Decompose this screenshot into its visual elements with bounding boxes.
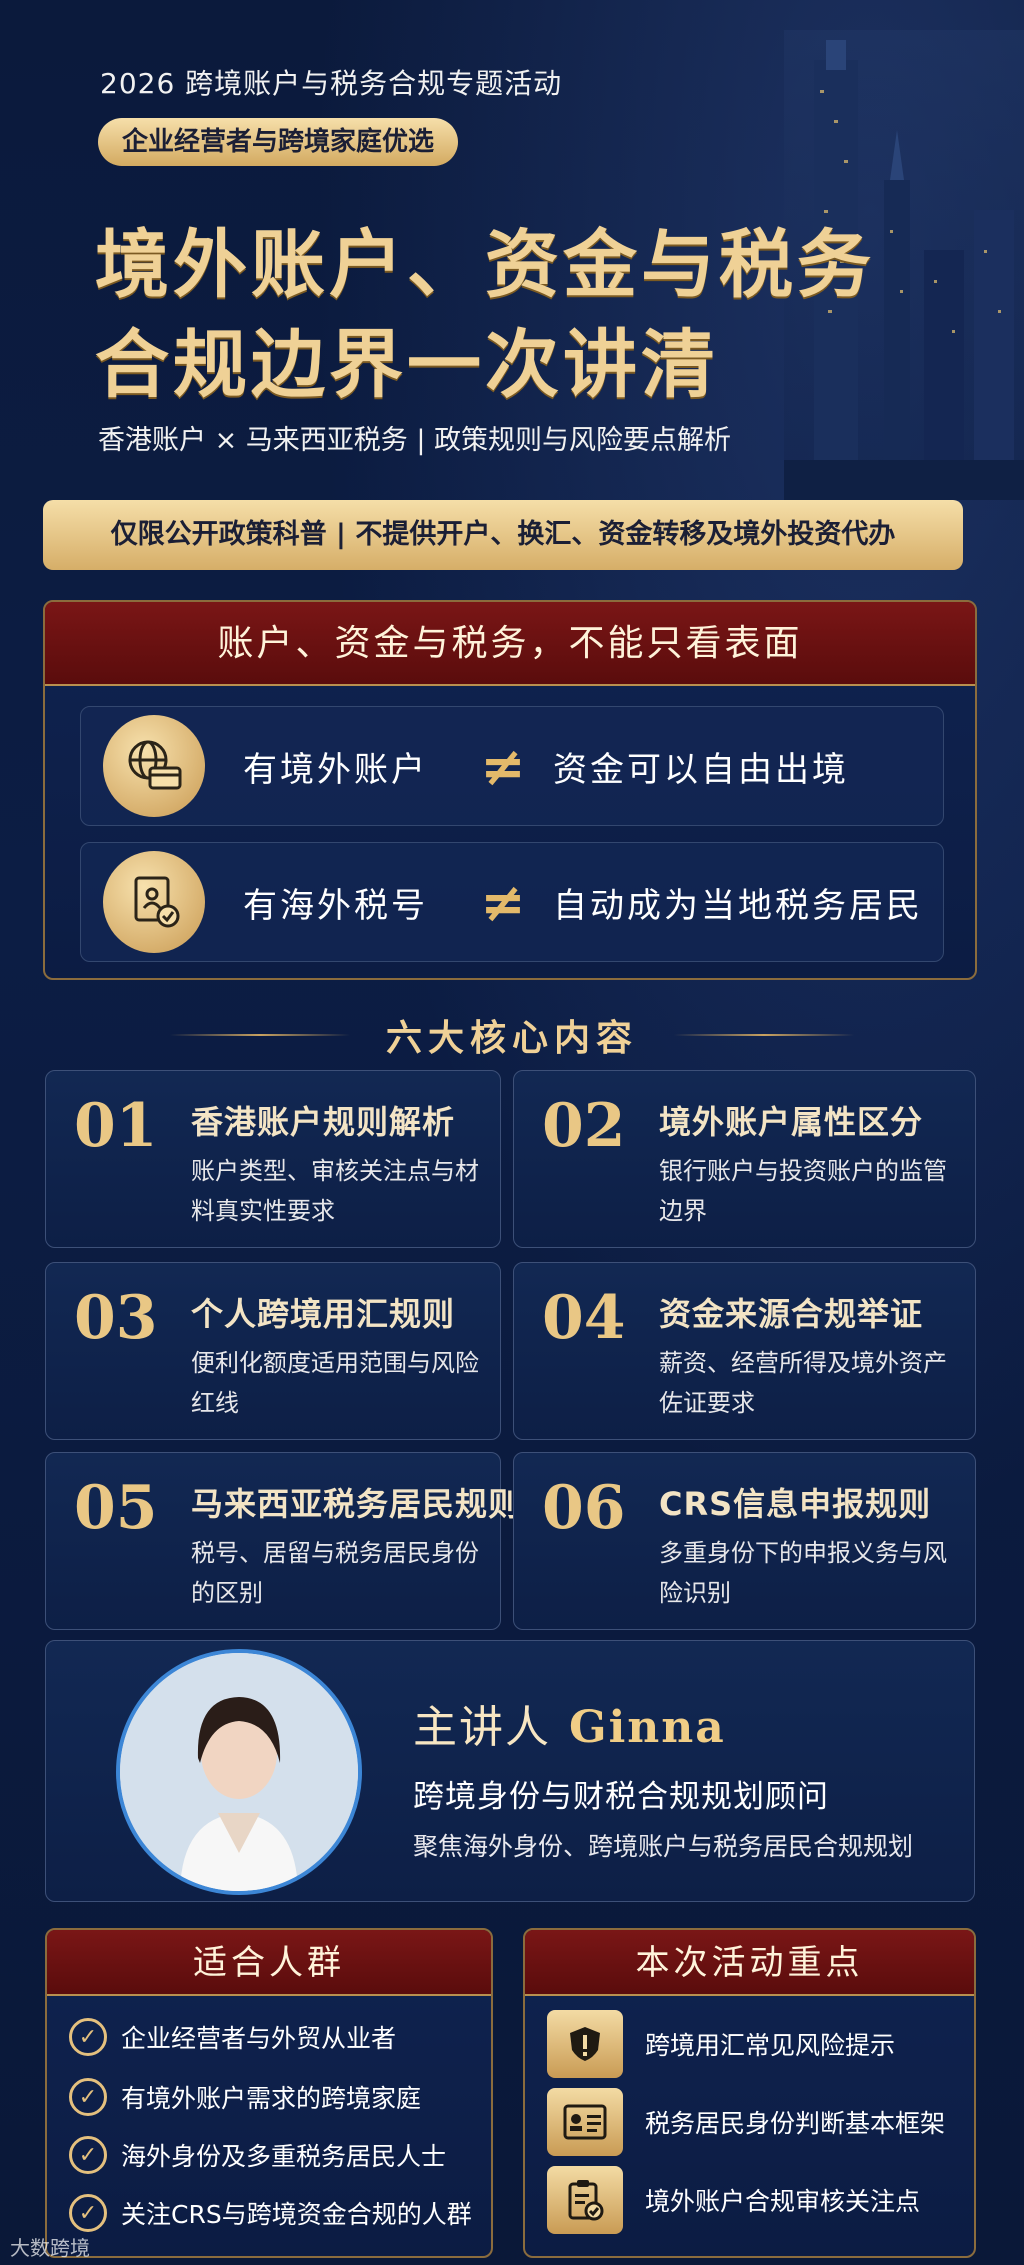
globe-card-icon bbox=[103, 715, 205, 817]
focus-item-text: 税务居民身份判断基本框架 bbox=[645, 2109, 946, 2138]
notice-bar: 仅限公开政策科普 | 不提供开户、换汇、资金转移及境外投资代办 bbox=[43, 500, 963, 570]
focus-item: 税务居民身份判断基本框架 bbox=[547, 2088, 945, 2156]
core-card: 01 香港账户规则解析 账户类型、审核关注点与材料真实性要求 bbox=[45, 1070, 501, 1248]
card-number: 05 bbox=[74, 1473, 158, 1543]
card-number: 02 bbox=[542, 1091, 626, 1161]
compare-right: 自动成为当地税务居民 bbox=[553, 885, 923, 926]
card-number: 01 bbox=[74, 1091, 158, 1161]
warning-shield-icon bbox=[547, 2010, 623, 2078]
hero-title-line1: 境外账户、资金与税务 bbox=[95, 222, 875, 308]
watermark: 大数跨境 bbox=[10, 2236, 90, 2260]
audience-tag: 企业经营者与跨境家庭优选 bbox=[98, 118, 459, 166]
audience-item: ✓ 关注CRS与跨境资金合规的人群 bbox=[69, 2194, 472, 2232]
core-card: 05 马来西亚税务居民规则 税号、居留与税务居民身份的区别 bbox=[45, 1452, 520, 1630]
focus-box: 本次活动重点 跨境用汇常见风险提示 税务居民身份判断基本框架 境外账户合规审核关… bbox=[523, 1928, 976, 2258]
card-title: 马来西亚税务居民规则 bbox=[191, 1485, 522, 1523]
compare-row: 有境外账户 ≠ 资金可以自由出境 bbox=[80, 706, 944, 826]
card-desc: 账户类型、审核关注点与材料真实性要求 bbox=[191, 1157, 479, 1225]
audience-item-text: 海外身份及多重税务居民人士 bbox=[121, 2142, 447, 2171]
check-icon: ✓ bbox=[69, 2194, 107, 2232]
core-card: 06 CRS信息申报规则 多重身份下的申报义务与风险识别 bbox=[513, 1452, 976, 1630]
check-icon: ✓ bbox=[69, 2018, 107, 2056]
clipboard-check-icon bbox=[547, 2166, 623, 2234]
audience-item-text: 关注CRS与跨境资金合规的人群 bbox=[121, 2200, 472, 2229]
card-number: 03 bbox=[74, 1283, 158, 1353]
compare-left: 有海外税号 bbox=[243, 885, 428, 926]
focus-item-text: 跨境用汇常见风险提示 bbox=[645, 2031, 896, 2060]
focus-item: 境外账户合规审核关注点 bbox=[547, 2166, 920, 2234]
card-title: 个人跨境用汇规则 bbox=[191, 1295, 456, 1333]
event-line: 2026 跨境账户与税务合规专题活动 bbox=[100, 67, 563, 100]
poster: 2026 跨境账户与税务合规专题活动 企业经营者与跨境家庭优选 境外账户、资金与… bbox=[0, 0, 1024, 2265]
divider bbox=[674, 1034, 854, 1036]
compare-left: 有境外账户 bbox=[243, 749, 428, 790]
card-desc: 多重身份下的申报义务与风险识别 bbox=[659, 1539, 947, 1607]
hero-title-line2: 合规边界一次讲清 bbox=[95, 322, 719, 408]
card-title: 资金来源合规举证 bbox=[659, 1295, 924, 1333]
speaker-avatar bbox=[116, 1649, 362, 1895]
check-icon: ✓ bbox=[69, 2136, 107, 2174]
audience-item: ✓ 有境外账户需求的跨境家庭 bbox=[69, 2078, 421, 2116]
core-card: 03 个人跨境用汇规则 便利化额度适用范围与风险红线 bbox=[45, 1262, 501, 1440]
card-desc: 薪资、经营所得及境外资产佐证要求 bbox=[659, 1349, 947, 1417]
speaker-card: 主讲人 Ginna 跨境身份与财税合规规划顾问 聚焦海外身份、跨境账户与税务居民合… bbox=[45, 1640, 975, 1902]
speaker-title: 跨境身份与财税合规规划顾问 bbox=[413, 1779, 829, 1815]
focus-heading: 本次活动重点 bbox=[525, 1930, 974, 1996]
card-title: 香港账户规则解析 bbox=[191, 1103, 456, 1141]
document-check-icon bbox=[103, 851, 205, 953]
core-section-heading: 六大核心内容 bbox=[0, 1005, 1024, 1065]
audience-heading: 适合人群 bbox=[47, 1930, 491, 1996]
focus-item-text: 境外账户合规审核关注点 bbox=[645, 2187, 921, 2216]
audience-box: 适合人群 ✓ 企业经营者与外贸从业者 ✓ 有境外账户需求的跨境家庭 ✓ 海外身份… bbox=[45, 1928, 493, 2258]
card-number: 04 bbox=[542, 1283, 626, 1353]
audience-item: ✓ 企业经营者与外贸从业者 bbox=[69, 2018, 396, 2056]
focus-item: 跨境用汇常见风险提示 bbox=[547, 2010, 895, 2078]
card-number: 06 bbox=[542, 1473, 626, 1543]
audience-item-text: 企业经营者与外贸从业者 bbox=[121, 2024, 397, 2053]
core-heading-text: 六大核心内容 bbox=[385, 1018, 638, 1059]
card-desc: 税号、居留与税务居民身份的区别 bbox=[191, 1539, 479, 1607]
speaker-focus: 聚焦海外身份、跨境账户与税务居民合规规划 bbox=[413, 1832, 914, 1861]
not-equal-symbol: ≠ bbox=[480, 734, 526, 798]
speaker-label: 主讲人 bbox=[413, 1702, 551, 1753]
hero-subtitle: 香港账户 × 马来西亚税务 | 政策规则与风险要点解析 bbox=[98, 425, 732, 456]
audience-item: ✓ 海外身份及多重税务居民人士 bbox=[69, 2136, 446, 2174]
id-card-icon bbox=[547, 2088, 623, 2156]
card-title: CRS信息申报规则 bbox=[659, 1485, 932, 1523]
myth-box: 账户、资金与税务，不能只看表面 有境外账户 ≠ 资金可以自由出境 有海外税号 ≠… bbox=[43, 600, 977, 980]
compare-row: 有海外税号 ≠ 自动成为当地税务居民 bbox=[80, 842, 944, 962]
core-card: 04 资金来源合规举证 薪资、经营所得及境外资产佐证要求 bbox=[513, 1262, 976, 1440]
speaker-name: 主讲人 Ginna bbox=[413, 1691, 726, 1755]
card-desc: 银行账户与投资账户的监管边界 bbox=[659, 1157, 947, 1225]
compare-right: 资金可以自由出境 bbox=[553, 749, 849, 790]
speaker-name-en: Ginna bbox=[569, 1702, 726, 1753]
divider bbox=[169, 1034, 350, 1036]
check-icon: ✓ bbox=[69, 2078, 107, 2116]
card-desc: 便利化额度适用范围与风险红线 bbox=[191, 1349, 479, 1417]
myth-box-heading: 账户、资金与税务，不能只看表面 bbox=[45, 602, 975, 686]
not-equal-symbol: ≠ bbox=[480, 870, 526, 934]
card-title: 境外账户属性区分 bbox=[659, 1103, 924, 1141]
core-card: 02 境外账户属性区分 银行账户与投资账户的监管边界 bbox=[513, 1070, 976, 1248]
audience-item-text: 有境外账户需求的跨境家庭 bbox=[121, 2084, 422, 2113]
